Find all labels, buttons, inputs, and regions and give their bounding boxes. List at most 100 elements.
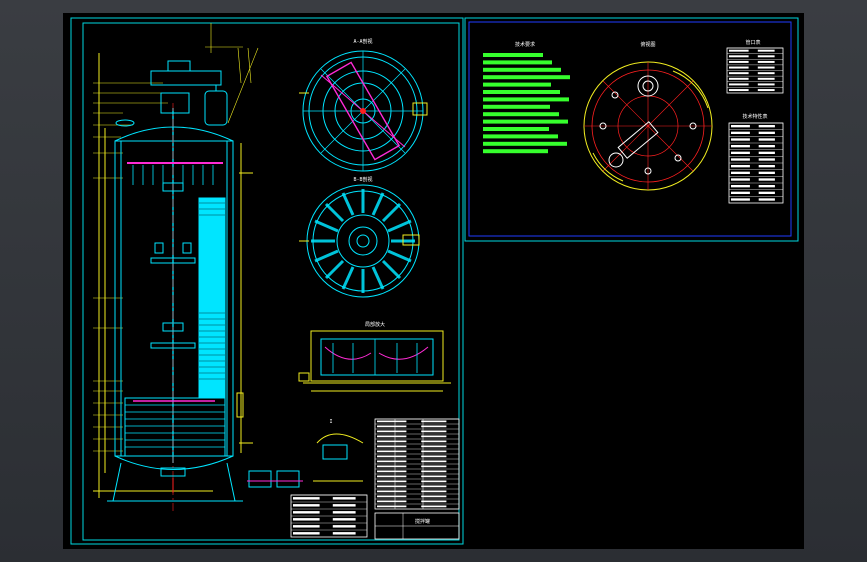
parts-row-text-mark	[377, 475, 407, 478]
cad-drawing: A-A剖视 B-B剖视 局部放大 I 搅拌罐 技术要求 俯视图 管口表 技术特性…	[70, 17, 799, 545]
mini-row-text-mark	[293, 504, 320, 507]
parts-row-text-mark	[377, 425, 407, 428]
note-line	[483, 60, 552, 65]
data-row-text-mark	[758, 158, 775, 161]
parts-row-text-mark	[421, 450, 447, 453]
note-line	[483, 104, 550, 109]
note-line	[483, 149, 548, 154]
data-row-text-mark	[731, 151, 750, 154]
parts-row-text-mark	[377, 470, 407, 473]
parts-row-text-mark	[377, 455, 407, 458]
data-row-text-mark	[758, 131, 775, 134]
data-row-text-mark	[758, 151, 775, 154]
section-b-b-label: B-B剖视	[353, 176, 372, 183]
nozzle-row-text-mark	[729, 77, 749, 80]
technical-data-title: 技术特性表	[742, 113, 767, 120]
detail-i: I	[247, 419, 364, 488]
vessel-elevation	[93, 23, 259, 513]
note-line	[483, 97, 569, 102]
data-row-text-mark	[758, 138, 775, 141]
parts-row-text-mark	[377, 465, 407, 468]
main-sheet-inner-border	[82, 22, 460, 541]
nozzle-row-text-mark	[757, 55, 775, 58]
mini-row-text-mark	[332, 497, 356, 500]
note-line	[483, 67, 561, 72]
data-row-text-mark	[731, 171, 750, 174]
parts-row-text-mark	[421, 490, 447, 493]
parts-row-text-mark	[377, 485, 407, 488]
top-view: 俯视图	[583, 41, 713, 191]
parts-row-text-mark	[377, 420, 407, 423]
parts-row-text-mark	[421, 505, 447, 508]
nozzle-row-text-mark	[729, 60, 749, 63]
parts-row-text-mark	[421, 445, 447, 448]
section-b-b: B-B剖视	[299, 176, 420, 298]
data-row-text-mark	[731, 145, 750, 148]
note-line	[483, 141, 567, 146]
mini-row-text-mark	[332, 504, 356, 507]
parts-row-text-mark	[377, 460, 407, 463]
parts-row-text-mark	[377, 450, 407, 453]
data-row-text-mark	[731, 185, 750, 188]
parts-row-text-mark	[421, 470, 447, 473]
data-row-text-mark	[731, 158, 750, 161]
note-line	[483, 82, 551, 87]
data-row-text-mark	[731, 165, 750, 168]
data-row-text-mark	[758, 191, 775, 194]
mini-row-text-mark	[293, 511, 320, 514]
note-line	[483, 75, 570, 80]
parts-row-text-mark	[421, 465, 447, 468]
technical-data-table: 技术特性表	[728, 113, 784, 204]
data-row-text-mark	[731, 131, 750, 134]
note-line	[483, 119, 568, 124]
nozzle-table: 管口表	[726, 39, 784, 94]
parts-row-text-mark	[421, 480, 447, 483]
parts-row-text-mark	[377, 495, 407, 498]
parts-row-text-mark	[421, 455, 447, 458]
mini-row-text-mark	[293, 532, 320, 535]
title-block: 搅拌罐	[374, 512, 460, 540]
nozzle-mini-table	[290, 494, 368, 538]
note-line	[483, 112, 559, 117]
nozzle-row-text-mark	[729, 66, 749, 69]
nozzle-row-text-mark	[729, 83, 749, 86]
data-row-text-mark	[731, 178, 750, 181]
drawing-canvas[interactable]: A-A剖视 B-B剖视 局部放大 I 搅拌罐 技术要求 俯视图 管口表 技术特性…	[63, 13, 804, 549]
parts-row-text-mark	[377, 440, 407, 443]
parts-list-table	[374, 418, 460, 510]
parts-row-text-mark	[377, 480, 407, 483]
parts-row-text-mark	[421, 425, 447, 428]
mini-row-text-mark	[293, 518, 320, 521]
mini-row-text-mark	[332, 511, 356, 514]
nozzle-row-text-mark	[729, 49, 749, 52]
data-row-text-mark	[731, 191, 750, 194]
detail-i-label: I	[329, 419, 332, 425]
detail-view: 局部放大	[298, 321, 451, 392]
data-row-text-mark	[758, 125, 775, 128]
parts-row-text-mark	[421, 500, 447, 503]
note-line	[483, 53, 543, 57]
mini-row-text-mark	[332, 532, 356, 535]
mini-row-text-mark	[332, 525, 356, 528]
top-view-label: 俯视图	[640, 41, 655, 48]
title-block-name: 搅拌罐	[415, 518, 430, 525]
parts-row-text-mark	[377, 445, 407, 448]
parts-row-text-mark	[421, 440, 447, 443]
data-row-text-mark	[731, 138, 750, 141]
nozzle-row-text-mark	[757, 49, 775, 52]
section-a-a: A-A剖视	[299, 38, 428, 172]
nozzle-row-text-mark	[729, 55, 749, 58]
parts-row-text-mark	[421, 485, 447, 488]
nozzle-row-text-mark	[757, 60, 775, 63]
technical-requirements-title: 技术要求	[515, 41, 535, 48]
nozzle-row-text-mark	[729, 72, 749, 75]
nozzle-row-text-mark	[757, 72, 775, 75]
parts-row-text-mark	[421, 435, 447, 438]
parts-row-text-mark	[377, 505, 407, 508]
main-sheet	[70, 17, 464, 545]
note-line	[483, 127, 549, 131]
data-row-text-mark	[758, 171, 775, 174]
mini-row-text-mark	[332, 518, 356, 521]
parts-row-text-mark	[377, 500, 407, 503]
data-row-text-mark	[758, 165, 775, 168]
